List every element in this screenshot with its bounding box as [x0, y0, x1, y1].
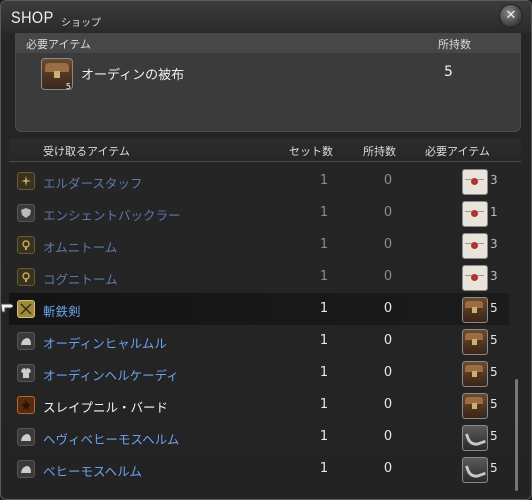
cost-count: 3: [490, 173, 498, 187]
tome-icon: [17, 268, 35, 286]
armor-icon: [17, 364, 35, 382]
required-item-name: オーディンの被布: [81, 68, 185, 83]
item-name: オーディンヘルケーディ: [43, 368, 179, 383]
helmet-icon: [17, 332, 35, 350]
cost-count: 3: [490, 237, 498, 251]
required-item-label: 必要アイテム: [26, 38, 91, 51]
star-icon: [17, 396, 35, 414]
letter-icon[interactable]: [462, 201, 488, 227]
shield-icon: [17, 204, 35, 222]
set-count: 1: [319, 365, 329, 380]
cost-count: 5: [490, 333, 498, 347]
cost-count: 1: [490, 205, 498, 219]
owned-count: 0: [383, 173, 393, 188]
crossed-swords-icon: [17, 300, 35, 318]
item-name: オムニトーム: [43, 240, 118, 255]
list-item[interactable]: オムニトーム 1 0 3: [9, 229, 509, 261]
letter-icon[interactable]: [462, 265, 488, 291]
list-item[interactable]: エルダースタッフ 1 0 3: [9, 165, 509, 197]
set-count: 1: [319, 237, 329, 252]
list-header: 受け取るアイテム セット数 所持数 必要アイテム: [9, 139, 521, 162]
item-name: ベヒーモスヘルム: [43, 464, 142, 479]
chest-icon[interactable]: [462, 297, 488, 323]
owned-count-label: 所持数: [438, 38, 471, 51]
hand-pointer-icon: [1, 303, 13, 313]
list-item-selected[interactable]: 斬鉄剣 1 0 5: [9, 293, 509, 325]
cost-count: 5: [490, 397, 498, 411]
set-count: 1: [319, 173, 329, 188]
owned-count: 0: [383, 333, 393, 348]
set-count: 1: [319, 397, 329, 412]
required-item-owned: 5: [444, 64, 453, 80]
letter-icon[interactable]: [462, 233, 488, 259]
owned-count: 0: [383, 429, 393, 444]
column-required-item: 必要アイテム: [425, 145, 490, 158]
set-count: 1: [319, 269, 329, 284]
chest-icon[interactable]: [462, 329, 488, 355]
list-item[interactable]: ベヒーモスヘルム 1 0 5: [9, 453, 509, 485]
item-name: コグニトーム: [43, 272, 118, 287]
cost-count: 5: [490, 365, 498, 379]
item-name: エンシェントバックラー: [43, 208, 181, 223]
close-icon: ✕: [505, 8, 517, 23]
list-item[interactable]: エンシェントバックラー 1 0 1: [9, 197, 509, 229]
tome-icon: [17, 236, 35, 254]
owned-count: 0: [383, 237, 393, 252]
owned-count: 0: [383, 461, 393, 476]
owned-count: 0: [383, 269, 393, 284]
list-item[interactable]: オーディンヘルケーディ 1 0 5: [9, 357, 509, 389]
cost-count: 5: [490, 301, 498, 315]
shop-window: SHOP ショップ ✕ 必要アイテム 所持数 5 オーディンの被布 5 受け取る…: [0, 0, 532, 500]
set-count: 1: [319, 461, 329, 476]
item-name: 斬鉄剣: [43, 304, 81, 319]
set-count: 1: [319, 333, 329, 348]
horn-icon[interactable]: [462, 425, 488, 451]
helmet-icon: [17, 460, 35, 478]
required-item-stack: 5: [65, 82, 71, 91]
horn-icon[interactable]: [462, 457, 488, 483]
item-name: オーディンヒャルムル: [43, 336, 167, 351]
chest-icon[interactable]: [462, 393, 488, 419]
set-count: 1: [319, 429, 329, 444]
letter-icon[interactable]: [462, 169, 488, 195]
window-subtitle: ショップ: [61, 18, 101, 29]
required-item-header: 必要アイテム 所持数: [16, 33, 520, 53]
list-item[interactable]: ヘヴィベヒーモスヘルム 1 0 5: [9, 421, 509, 453]
owned-count: 0: [383, 301, 393, 316]
cost-count: 5: [490, 461, 498, 475]
list-item[interactable]: コグニトーム 1 0 3: [9, 261, 509, 293]
column-item: 受け取るアイテム: [43, 145, 130, 158]
list-item[interactable]: スレイプニル・バード 1 0 5: [9, 389, 509, 421]
title-bar[interactable]: SHOP ショップ ✕: [1, 1, 531, 33]
required-item-panel: 必要アイテム 所持数 5 オーディンの被布 5: [15, 33, 521, 132]
staff-icon: [17, 172, 35, 190]
list-scrollbar[interactable]: [515, 379, 518, 491]
owned-count: 0: [383, 205, 393, 220]
owned-count: 0: [383, 365, 393, 380]
helmet-icon: [17, 428, 35, 446]
chest-icon[interactable]: 5: [41, 58, 73, 91]
close-button[interactable]: ✕: [499, 4, 523, 28]
window-title: SHOP: [11, 8, 54, 27]
column-set-count: セット数: [289, 145, 333, 158]
chest-icon[interactable]: [462, 361, 488, 387]
owned-count: 0: [383, 397, 393, 412]
set-count: 1: [319, 205, 329, 220]
cost-count: 3: [490, 269, 498, 283]
item-name: ヘヴィベヒーモスヘルム: [43, 432, 180, 447]
set-count: 1: [319, 301, 329, 316]
item-name: スレイプニル・バード: [43, 400, 169, 415]
item-name: エルダースタッフ: [43, 176, 143, 191]
column-owned: 所持数: [363, 145, 396, 158]
list-item[interactable]: オーディンヒャルムル 1 0 5: [9, 325, 509, 357]
cost-count: 5: [490, 429, 498, 443]
